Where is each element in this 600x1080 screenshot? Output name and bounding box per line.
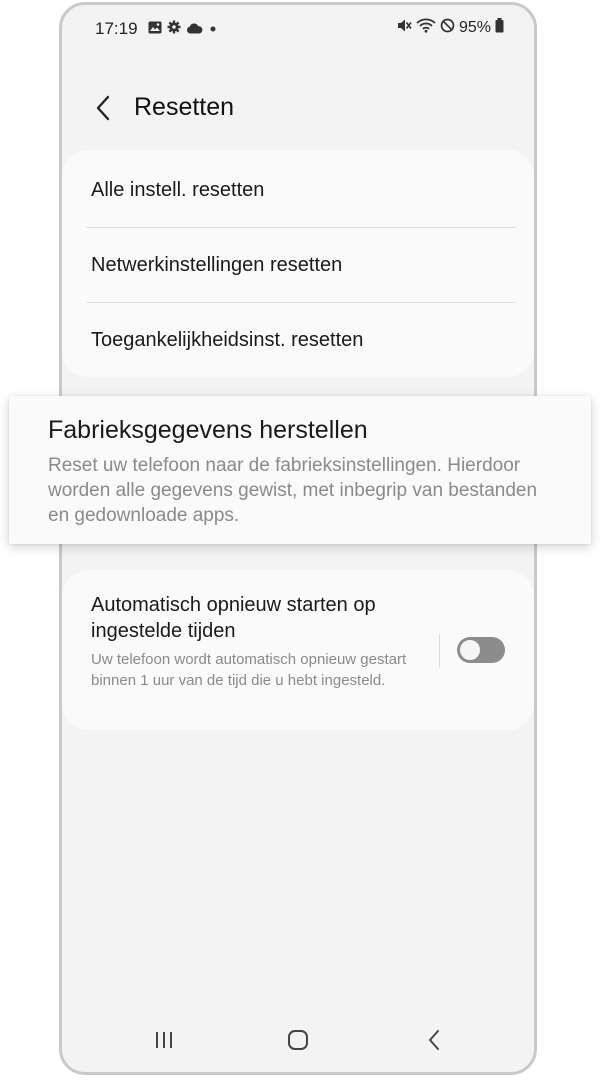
dot-icon <box>208 21 218 39</box>
back-icon <box>427 1029 441 1056</box>
home-icon <box>286 1028 310 1057</box>
factory-reset-description: Reset uw telefoon naar de fabrieksinstel… <box>48 455 538 526</box>
factory-reset-item[interactable]: Fabrieksgegevens herstellen Reset uw tel… <box>9 396 591 544</box>
gallery-icon <box>148 21 162 39</box>
cloud-icon <box>186 21 203 39</box>
status-system-icons: 95% <box>396 18 504 38</box>
auto-restart-toggle[interactable] <box>457 637 505 663</box>
toggle-separator <box>439 634 440 668</box>
toggle-knob <box>458 638 482 662</box>
status-notification-icons <box>148 20 218 39</box>
status-bar: 17:19 95% <box>62 5 534 55</box>
wifi-icon <box>416 18 436 38</box>
mute-icon <box>396 18 412 38</box>
page-title: Resetten <box>134 93 235 121</box>
navigation-bar <box>62 1012 534 1072</box>
reset-all-settings-item[interactable]: Alle instell. resetten <box>91 179 264 202</box>
screen: 17:19 95% Resetten Alle instell. resette… <box>0 0 600 1080</box>
auto-restart-description: Uw telefoon wordt automatisch opnieuw ge… <box>91 651 407 689</box>
do-not-disturb-icon <box>440 18 455 38</box>
divider <box>86 302 516 303</box>
status-time: 17:19 <box>95 19 138 38</box>
battery-percentage: 95% <box>458 19 491 36</box>
divider <box>86 227 516 228</box>
recent-apps-icon <box>153 1030 175 1055</box>
nav-back-button[interactable] <box>414 1026 454 1058</box>
reset-network-settings-item[interactable]: Netwerkinstellingen resetten <box>91 254 342 277</box>
recent-apps-button[interactable] <box>144 1026 184 1058</box>
auto-restart-card[interactable]: Automatisch opnieuw starten op ingesteld… <box>62 570 534 730</box>
battery-icon <box>495 18 504 38</box>
back-button[interactable] <box>88 93 118 127</box>
reset-accessibility-settings-item[interactable]: Toegankelijkheidsinst. resetten <box>91 329 363 352</box>
gear-icon <box>167 20 181 39</box>
home-button[interactable] <box>278 1026 318 1058</box>
chevron-left-icon <box>95 95 111 126</box>
factory-reset-title: Fabrieksgegevens herstellen <box>48 416 368 444</box>
auto-restart-title: Automatisch opnieuw starten op ingesteld… <box>91 594 376 642</box>
reset-options-card: Alle instell. resetten Netwerkinstelling… <box>62 150 534 377</box>
